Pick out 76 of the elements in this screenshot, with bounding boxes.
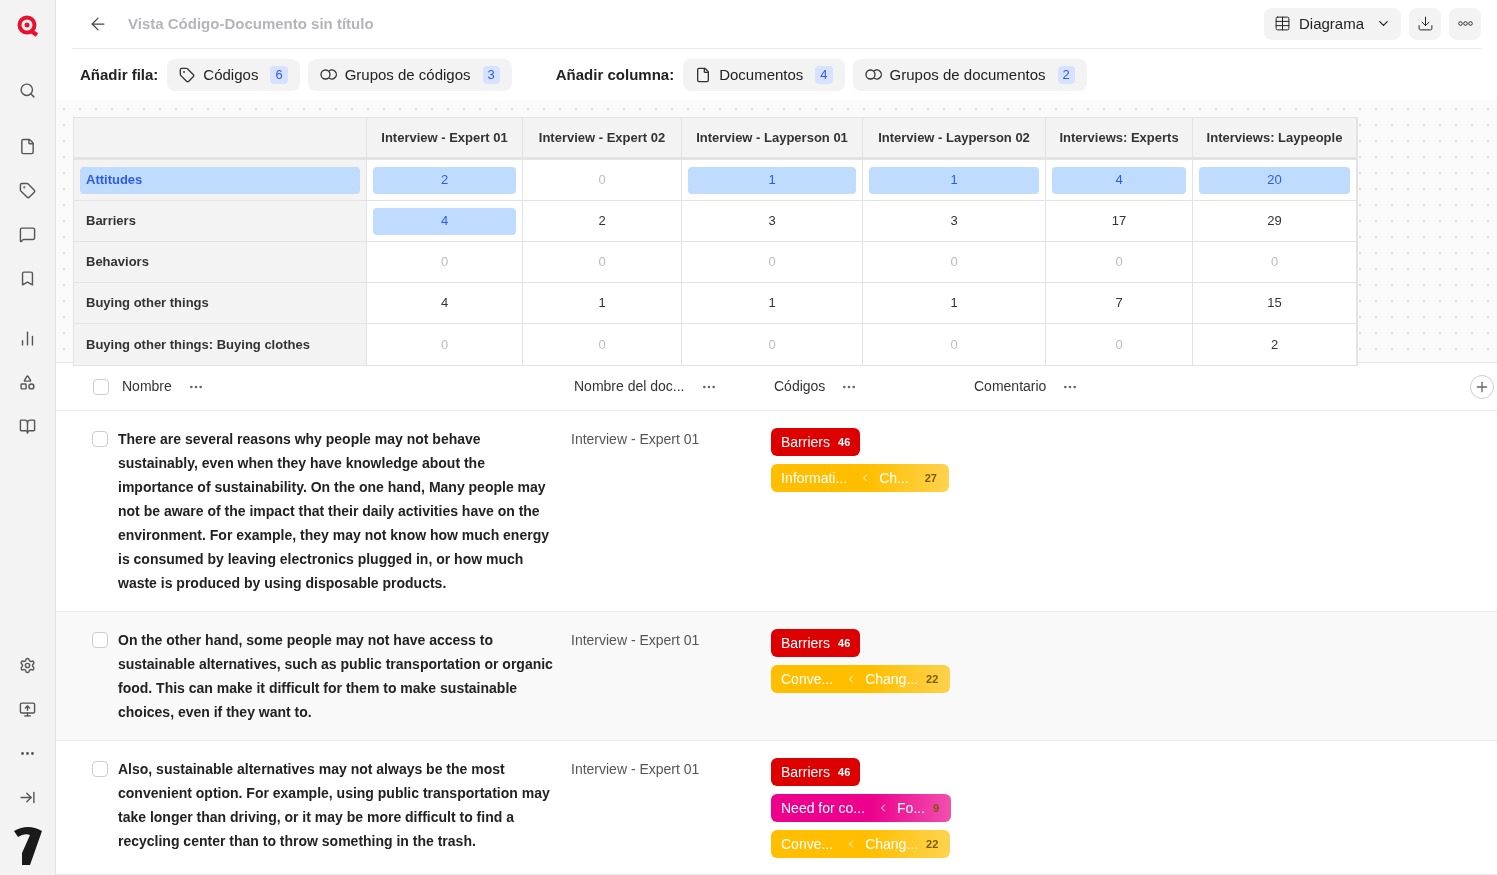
row-checkbox[interactable] (92, 431, 108, 447)
group-icon (319, 69, 337, 81)
matrix-cell[interactable]: 1 (869, 289, 1039, 317)
code-tag[interactable]: Conve... Chang... 22 (771, 665, 951, 693)
column-heading[interactable]: Nombre (122, 376, 172, 397)
matrix-cell[interactable]: 3 (688, 207, 856, 235)
matrix-cell[interactable]: 2 (373, 166, 516, 194)
column-heading[interactable]: Nombre del doc... (574, 376, 685, 397)
select-all-checkbox[interactable] (93, 378, 109, 395)
more-button[interactable] (1449, 7, 1481, 40)
row-label: Añadir fila: (80, 64, 159, 85)
quote-text: Also, sustainable alternatives may not always be the most convenient option. For example, using public transportation may take longer than driving, or it may be more difficult to find a recycling center than to throw something in the trash. (118, 760, 551, 851)
matrix-cell[interactable]: 1 (688, 166, 856, 194)
add-chip[interactable]: Códigos 6 (167, 58, 300, 91)
code-count: 46 (838, 434, 851, 450)
group-icon (864, 69, 882, 81)
view-dropdown[interactable]: Diagrama (1263, 7, 1401, 40)
add-chip[interactable]: Grupos de códigos 3 (307, 58, 512, 91)
count-badge: 6 (270, 65, 288, 84)
matrix-cell[interactable]: 4 (373, 289, 516, 317)
add-chip[interactable]: Documentos 4 (683, 58, 845, 91)
column-header[interactable]: Interview - Expert 02 (523, 118, 682, 160)
row-header[interactable]: Attitudes (80, 166, 360, 194)
column-label: Añadir columna: (555, 64, 675, 85)
code-tag[interactable]: Barriers 46 (771, 758, 861, 786)
code-count: 22 (926, 836, 939, 852)
code-tag[interactable]: Barriers 46 (771, 629, 861, 657)
tag-icon (179, 66, 196, 83)
row-checkbox[interactable] (92, 632, 108, 648)
column-heading[interactable]: Comentario (974, 376, 1047, 397)
matrix-cell[interactable]: 7 (1052, 289, 1186, 317)
document-icon (695, 66, 712, 83)
count-badge: 3 (482, 65, 500, 84)
page-title: Vista Código-Documento sin título (128, 13, 374, 34)
matrix-cell[interactable]: 17 (1052, 207, 1186, 235)
column-header[interactable]: Interview - Layperson 02 (863, 118, 1046, 160)
matrix-cell[interactable]: 15 (1199, 289, 1350, 317)
count-badge: 2 (1057, 65, 1075, 84)
download-button[interactable] (1409, 7, 1441, 40)
quote-text: On the other hand, some people may not have access to sustainable alternatives, such as public transportation or organic food. This can make it difficult for them to make sustainable choices, even if they want to. (118, 631, 554, 722)
code-count: 27 (924, 470, 937, 486)
code-count: 9 (933, 800, 940, 816)
add-chip[interactable]: Grupos de documentos 2 (852, 58, 1087, 91)
table-icon (1273, 15, 1291, 33)
code-count: 46 (838, 635, 851, 651)
download-icon (1416, 15, 1434, 33)
column-header[interactable]: Interviews: Experts (1046, 118, 1193, 160)
matrix-cell[interactable]: 2 (529, 207, 675, 235)
code-tag[interactable]: Barriers 46 (771, 428, 861, 456)
matrix-cell[interactable]: 1 (688, 289, 856, 317)
column-header[interactable]: Interview - Expert 01 (367, 118, 523, 160)
matrix-cell[interactable]: 1 (869, 166, 1039, 194)
code-tag[interactable]: Conve... Chang... 22 (771, 830, 951, 858)
document-name[interactable]: Interview - Expert 01 (571, 427, 771, 595)
matrix-cell[interactable]: 4 (373, 207, 516, 235)
logo-icon (15, 14, 40, 38)
matrix-cell[interactable]: 1 (529, 289, 675, 317)
more-icon (1457, 21, 1473, 27)
column-header[interactable]: Interview - Layperson 01 (682, 118, 863, 160)
code-tag[interactable]: Informati... Ch... 27 (771, 464, 949, 492)
code-count: 22 (926, 671, 939, 687)
matrix-cell[interactable]: 4 (1052, 166, 1186, 194)
matrix-cell[interactable]: 20 (1199, 166, 1350, 194)
brand-icon (11, 825, 44, 865)
column-heading[interactable]: Códigos (774, 376, 826, 397)
matrix-cell[interactable]: 2 (1199, 331, 1350, 358)
row-checkbox[interactable] (92, 761, 108, 777)
document-name[interactable]: Interview - Expert 01 (571, 628, 771, 724)
quote-text: There are several reasons why people may not behave sustainably, even when they have knowledge about the importance of sustainability. On the one hand, Many people may not be aware of the impact that their daily activities have on the environment. For example, they may not know how much energy is consumed by leaving electronics plugged in, or how much waste is produced by using disposable products. (118, 430, 550, 593)
document-name[interactable]: Interview - Expert 01 (571, 757, 771, 858)
code-tag[interactable]: Need for co... Fo... 9 (771, 794, 952, 822)
matrix-cell[interactable]: 29 (1199, 207, 1350, 235)
count-badge: 4 (815, 65, 833, 84)
code-count: 46 (838, 764, 851, 780)
column-header[interactable]: Interviews: Laypeople (1193, 118, 1357, 160)
matrix-cell[interactable]: 3 (869, 207, 1039, 235)
